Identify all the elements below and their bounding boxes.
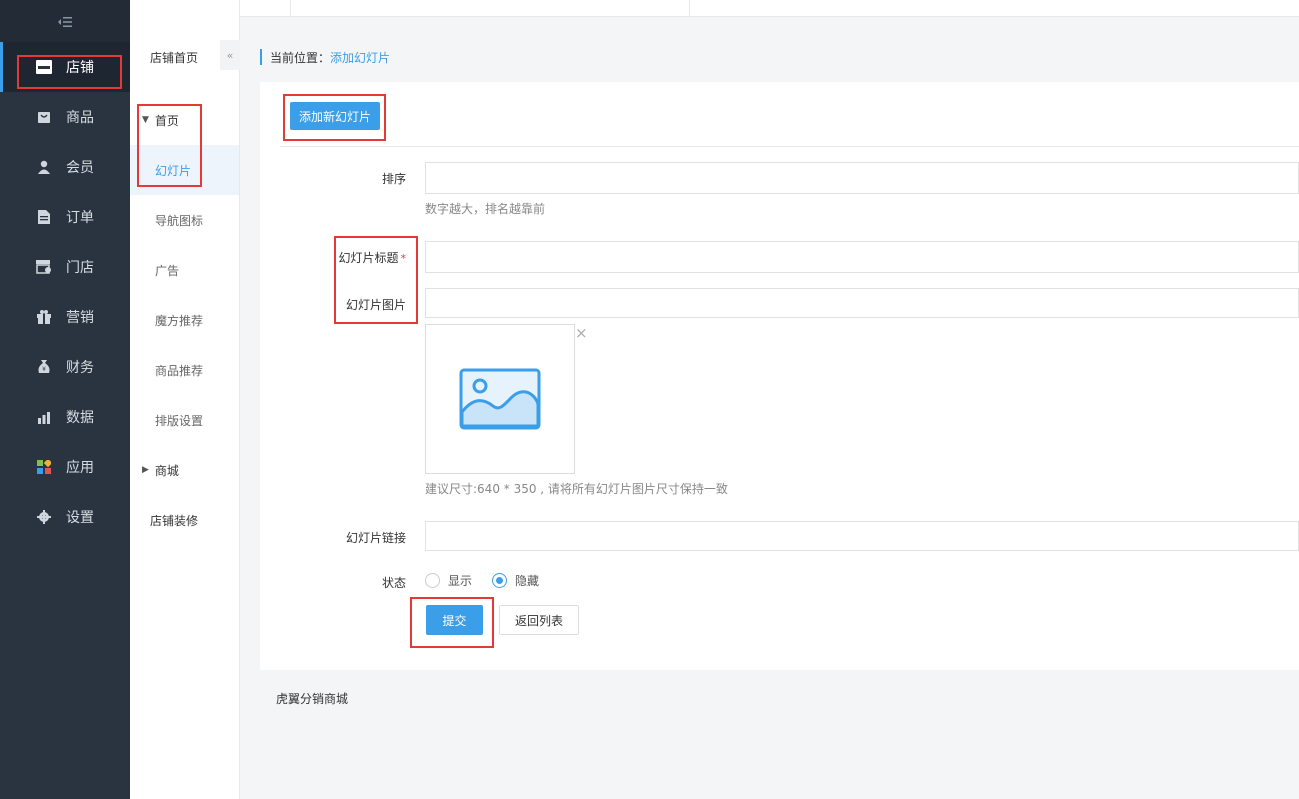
- double-chevron-left-icon[interactable]: «: [220, 40, 240, 70]
- add-slide-button[interactable]: 添加新幻灯片: [290, 102, 380, 130]
- main-sidebar: 店铺商品会员订单门店营销 ¥ 财务数据应用设置: [0, 0, 130, 799]
- nav-item-label: 数据: [66, 410, 94, 426]
- image-remove-icon[interactable]: ×: [575, 326, 589, 341]
- submenu-item[interactable]: 排版设置: [130, 395, 239, 445]
- title-label: 幻灯片标题 *: [260, 249, 406, 266]
- top-bar: [130, 0, 1299, 17]
- submenu-item[interactable]: ▶ 商城: [130, 445, 239, 495]
- status-label: 状态: [381, 576, 406, 590]
- nav-item-label: 会员: [66, 160, 94, 176]
- link-input[interactable]: [425, 521, 1299, 551]
- nav-item[interactable]: 订单: [0, 192, 130, 242]
- image-placeholder-icon: [459, 368, 541, 430]
- apps-icon: [36, 459, 52, 475]
- sort-input[interactable]: [425, 162, 1299, 194]
- image-upload-box[interactable]: [425, 324, 575, 474]
- nav-item-label: 店铺: [66, 60, 94, 76]
- nav-item-label: 订单: [66, 210, 94, 226]
- link-label: 幻灯片链接: [345, 531, 406, 545]
- radio-circle: [425, 573, 440, 588]
- nav-item-label: 商品: [66, 110, 94, 126]
- nav-item-label: 设置: [66, 510, 94, 526]
- submenu-item-label: 商城: [154, 463, 179, 478]
- status-show-radio[interactable]: 显示: [425, 572, 472, 589]
- status-hide-label: 隐藏: [515, 574, 540, 588]
- submenu-item-label: 排版设置: [155, 413, 204, 428]
- breadcrumb-current[interactable]: 添加幻灯片: [330, 49, 390, 66]
- submenu-item[interactable]: 魔方推荐: [130, 295, 239, 345]
- gear-icon: [36, 509, 52, 525]
- bar-chart-icon: [36, 409, 52, 425]
- svg-text:¥: ¥: [42, 366, 46, 373]
- nav-item[interactable]: 会员: [0, 142, 130, 192]
- nav-item-label: 门店: [66, 260, 94, 276]
- submenu-item[interactable]: ▼ 首页: [130, 95, 239, 145]
- status-show-label: 显示: [448, 574, 473, 588]
- document-icon: [36, 209, 52, 225]
- radio-circle-checked: [492, 573, 507, 588]
- footer-text: 虎翼分销商城: [276, 692, 349, 706]
- submenu-item-label: 商品推荐: [155, 363, 204, 378]
- image-label: 幻灯片图片: [345, 298, 406, 312]
- image-help-text: 建议尺寸:640 * 350 , 请将所有幻灯片图片尺寸保持一致: [425, 482, 728, 496]
- bag-icon: [36, 109, 52, 125]
- user-icon: [36, 159, 52, 175]
- money-bag-icon: ¥: [36, 359, 52, 375]
- submit-button[interactable]: 提交: [426, 605, 483, 635]
- submenu-item[interactable]: 导航图标: [130, 195, 239, 245]
- submenu-item-label: 店铺装修: [150, 513, 199, 528]
- nav-item[interactable]: 门店: [0, 242, 130, 292]
- nav-item-label: 应用: [66, 460, 94, 476]
- caret-down-icon: ▼: [142, 115, 149, 125]
- submenu-item[interactable]: 幻灯片: [130, 145, 239, 195]
- submenu-item-label: 首页: [154, 113, 179, 128]
- submenu-item-label: 导航图标: [155, 213, 204, 228]
- caret-right-icon: ▶: [142, 465, 149, 475]
- nav-item[interactable]: 应用: [0, 442, 130, 492]
- title-input[interactable]: [425, 241, 1299, 273]
- nav-item-label: 营销: [66, 310, 94, 326]
- top-tab[interactable]: [291, 0, 690, 17]
- nav-item[interactable]: 店铺: [0, 42, 130, 92]
- submenu-item[interactable]: 商品推荐: [130, 345, 239, 395]
- submenu-item-label: 魔方推荐: [155, 313, 204, 328]
- submenu-item[interactable]: 店铺装修: [130, 495, 239, 545]
- divider: [280, 146, 1299, 147]
- nav-item[interactable]: 商品: [0, 92, 130, 142]
- submenu-panel: 店铺首页 ▼ 首页 幻灯片 导航图标 广告 魔方推荐 商品推荐 排版设置 ▶ 商城 店铺装修: [130, 0, 240, 799]
- required-mark: *: [400, 252, 407, 265]
- collapse-menu-icon[interactable]: [0, 0, 130, 44]
- shop-icon: [36, 259, 52, 275]
- gift-icon: [36, 309, 52, 325]
- sort-help-text: 数字越大，排名越靠前: [425, 202, 546, 216]
- store-icon: [36, 59, 52, 75]
- form-panel: 添加新幻灯片 排序 数字越大，排名越靠前 幻灯片标题 * 幻灯片图片 × 建议尺寸…: [260, 82, 1299, 670]
- submenu-item-label: 幻灯片: [155, 163, 192, 178]
- nav-item[interactable]: 设置: [0, 492, 130, 542]
- nav-item[interactable]: 营销: [0, 292, 130, 342]
- back-to-list-button[interactable]: 返回列表: [499, 605, 579, 635]
- nav-item[interactable]: ¥ 财务: [0, 342, 130, 392]
- status-hide-radio[interactable]: 隐藏: [492, 572, 539, 589]
- nav-item-label: 财务: [66, 360, 94, 376]
- submenu-item-label: 广告: [155, 263, 180, 278]
- breadcrumb: 当前位置： 添加幻灯片: [260, 49, 390, 65]
- breadcrumb-prefix: 当前位置：: [270, 50, 331, 65]
- title-label-text: 幻灯片标题: [338, 251, 399, 265]
- sort-label: 排序: [381, 172, 406, 186]
- submenu-item[interactable]: 广告: [130, 245, 239, 295]
- image-url-input[interactable]: [425, 288, 1299, 318]
- nav-item[interactable]: 数据: [0, 392, 130, 442]
